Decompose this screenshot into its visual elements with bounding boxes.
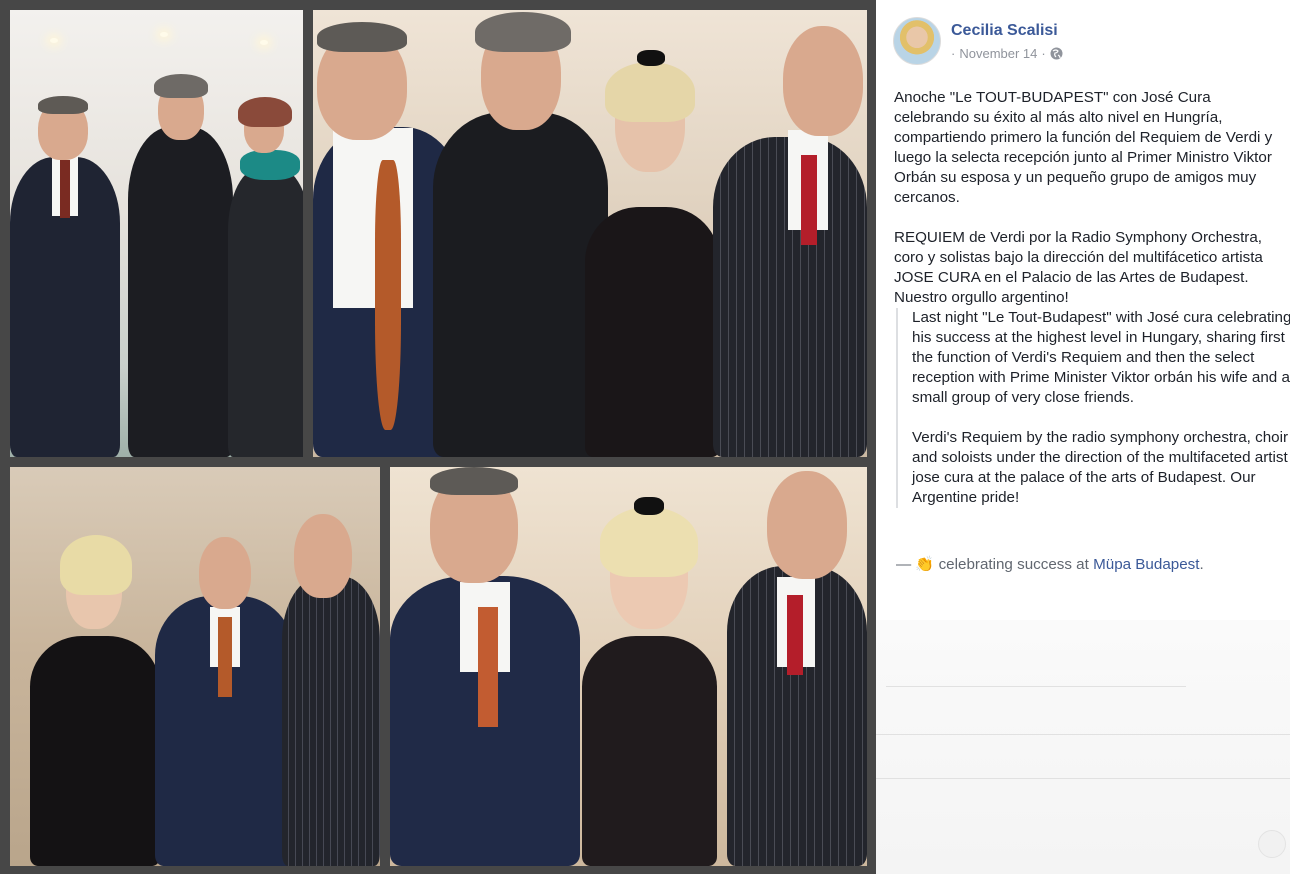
ceiling-light — [260, 40, 268, 45]
globe-icon[interactable] — [1050, 47, 1063, 60]
person — [20, 527, 170, 866]
author-avatar[interactable] — [893, 17, 941, 65]
photo-4[interactable] — [390, 467, 867, 866]
post-paragraph: Anoche "Le TOUT-BUDAPEST" con José Cura … — [894, 89, 1273, 206]
feeling-dash: — — [896, 556, 912, 573]
translation-paragraph: Last night "Le Tout-Budapest" with José … — [912, 309, 1290, 406]
post-date[interactable]: November 14 — [959, 46, 1037, 61]
person — [713, 20, 867, 457]
meta-separator: · — [951, 46, 956, 61]
ceiling-light — [50, 38, 58, 43]
person — [570, 497, 730, 866]
person — [10, 90, 130, 457]
divider — [876, 778, 1290, 779]
translation-block: Last night "Le Tout-Budapest" with José … — [896, 308, 1290, 508]
photo-3[interactable] — [10, 467, 380, 866]
ceiling-light — [160, 32, 168, 37]
post-text: Anoche "Le TOUT-BUDAPEST" con José Cura … — [894, 88, 1276, 308]
author-name[interactable]: Cecilia Scalisi — [951, 22, 1058, 40]
comments-area — [876, 620, 1290, 874]
divider — [876, 734, 1290, 735]
person — [575, 50, 725, 457]
post-panel: Cecilia Scalisi · November 14 · Anoche "… — [876, 0, 1290, 874]
person — [155, 527, 295, 866]
photo-collage[interactable] — [0, 0, 876, 874]
feeling-activity: — 👏 celebrating success at Müpa Budapest… — [896, 555, 1204, 573]
feeling-period: . — [1199, 556, 1204, 573]
person — [282, 512, 380, 866]
feeling-text: celebrating success at — [938, 556, 1089, 573]
person — [220, 95, 303, 457]
post-meta: · November 14 · — [951, 46, 1063, 61]
translation-paragraph: Verdi's Requiem by the radio symphony or… — [912, 429, 1289, 506]
clapping-hands-icon: 👏 — [915, 556, 935, 573]
person — [390, 467, 580, 866]
location-link[interactable]: Müpa Budapest — [1093, 556, 1199, 573]
meta-separator: · — [1041, 46, 1046, 61]
photo-2[interactable] — [313, 10, 867, 457]
post-paragraph: REQUIEM de Verdi por la Radio Symphony O… — [894, 229, 1263, 306]
photo-1[interactable] — [10, 10, 303, 457]
person — [727, 467, 867, 866]
comment-button[interactable] — [1258, 830, 1286, 858]
divider — [886, 686, 1186, 687]
